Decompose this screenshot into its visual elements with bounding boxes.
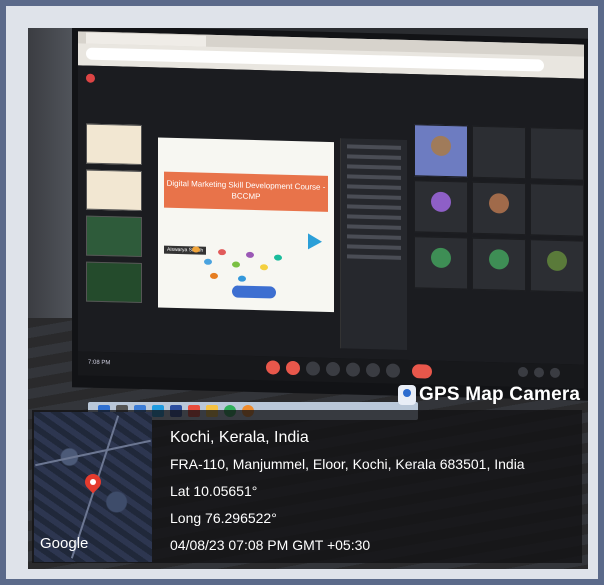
recording-icon bbox=[86, 73, 95, 83]
chat-icon[interactable] bbox=[550, 367, 560, 378]
participant-tile[interactable] bbox=[530, 239, 584, 293]
camera-icon[interactable] bbox=[286, 360, 300, 376]
participant-tile[interactable] bbox=[530, 183, 584, 237]
participant-tile[interactable] bbox=[414, 180, 468, 234]
emoji-icon[interactable] bbox=[326, 361, 340, 377]
meeting-clock: 7:08 PM bbox=[88, 359, 111, 367]
browser-tab[interactable] bbox=[86, 32, 206, 47]
gps-badge-label: GPS Map Camera bbox=[419, 384, 581, 405]
place-name: Kochi, Kerala, India bbox=[170, 429, 309, 446]
participant-tile[interactable] bbox=[472, 125, 526, 180]
google-logo: Google bbox=[40, 535, 89, 552]
timestamp: 04/08/23 07:08 PM GMT +05:30 bbox=[170, 537, 371, 553]
slide-graphic bbox=[188, 238, 308, 291]
microphone-icon[interactable] bbox=[266, 360, 280, 375]
participant-tile[interactable] bbox=[530, 127, 584, 181]
video-meeting-window: Digital Marketing Skill Development Cour… bbox=[78, 65, 586, 365]
participant-tile[interactable] bbox=[472, 237, 526, 292]
participant-tile[interactable] bbox=[414, 236, 468, 290]
people-icon[interactable] bbox=[534, 367, 544, 378]
slide-thumbnails bbox=[86, 123, 144, 326]
info-icon[interactable] bbox=[518, 366, 528, 378]
address: FRA-110, Manjummel, Eloor, Kochi, Kerala… bbox=[170, 456, 525, 472]
participants-panel bbox=[340, 138, 407, 350]
monitor-screen: Digital Marketing Skill Development Cour… bbox=[72, 28, 588, 401]
gps-camera-icon bbox=[398, 385, 416, 405]
longitude: Long 76.296522° bbox=[170, 510, 277, 526]
slide-thumbnail[interactable] bbox=[86, 123, 142, 166]
slide-button bbox=[232, 285, 276, 299]
participant-tile[interactable] bbox=[414, 124, 468, 178]
map-thumbnail: Google bbox=[34, 412, 152, 562]
slide-thumbnail[interactable] bbox=[86, 261, 142, 304]
end-call-button[interactable] bbox=[412, 364, 432, 379]
arrow-icon bbox=[308, 233, 322, 250]
participant-tile[interactable] bbox=[472, 181, 526, 236]
slide-thumbnail[interactable] bbox=[86, 215, 142, 258]
latitude: Lat 10.05651° bbox=[170, 483, 258, 499]
participant-grid bbox=[414, 124, 586, 349]
presentation-slide: Digital Marketing Skill Development Cour… bbox=[158, 137, 334, 313]
gps-map-camera-badge: GPS Map Camera bbox=[398, 384, 580, 406]
captions-icon[interactable] bbox=[306, 361, 320, 376]
location-pin-icon bbox=[81, 470, 105, 494]
present-icon[interactable] bbox=[346, 362, 360, 377]
slide-thumbnail[interactable] bbox=[86, 169, 142, 212]
more-icon[interactable] bbox=[386, 363, 400, 378]
slide-title: Digital Marketing Skill Development Cour… bbox=[164, 171, 328, 212]
location-details: Kochi, Kerala, India FRA-110, Manjummel,… bbox=[170, 424, 525, 559]
raise-hand-icon[interactable] bbox=[366, 362, 380, 378]
